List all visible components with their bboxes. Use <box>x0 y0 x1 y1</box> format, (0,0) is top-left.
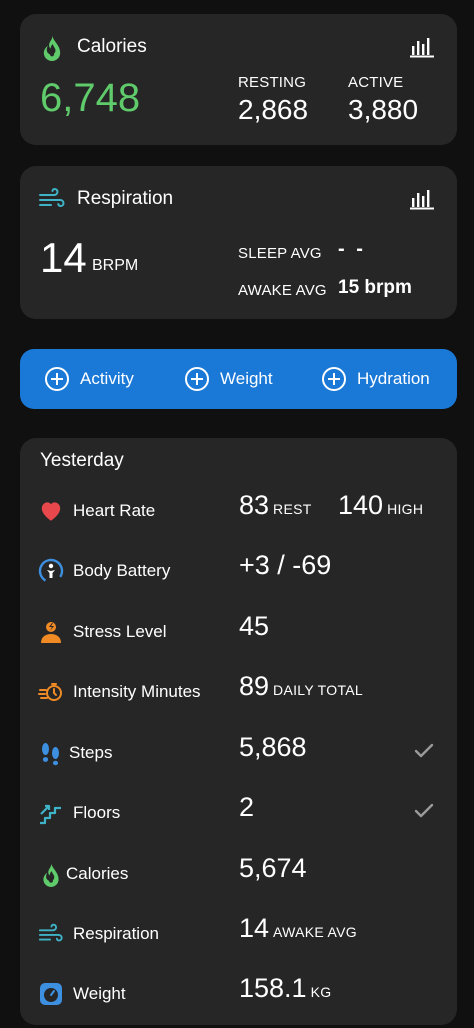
plus-circle-icon <box>45 367 69 391</box>
calories-label: Calories <box>66 864 129 883</box>
intensity-icon <box>38 683 62 701</box>
calories-title: Calories <box>77 36 147 57</box>
add-hydration-button[interactable]: Hydration <box>321 349 430 409</box>
awake-avg-value: 15 brpm <box>338 277 412 298</box>
list-item-steps[interactable]: Steps 5,868 <box>20 726 457 786</box>
floors-value: 2 <box>239 792 255 822</box>
add-activity-button[interactable]: Activity <box>44 349 134 409</box>
add-weight-button[interactable]: Weight <box>184 349 273 409</box>
stress-level-label: Stress Level <box>73 622 167 641</box>
list-item-intensity-minutes[interactable]: Intensity Minutes 89 DAILY TOTAL <box>20 665 457 725</box>
calories-card[interactable]: Calories 6,748 RESTING 2,868 ACTIVE 3,88… <box>20 14 457 145</box>
steps-label: Steps <box>69 743 113 762</box>
respiration-value: 14 AWAKE AVG <box>239 913 357 943</box>
list-item-body-battery[interactable]: Body Battery +3 / -69 <box>20 544 457 604</box>
bar-chart-icon[interactable] <box>409 188 435 210</box>
list-item-heart-rate[interactable]: Heart Rate 83 REST 140 HIGH <box>20 484 457 544</box>
heart-icon <box>41 502 61 521</box>
yesterday-title: Yesterday <box>40 450 124 471</box>
heart-rate-label: Heart Rate <box>73 501 156 520</box>
wind-icon <box>39 187 65 208</box>
respiration-card[interactable]: Respiration 14 BRPM SLEEP AVG - - AWAKE … <box>20 166 457 319</box>
sleep-avg-value: - - <box>338 238 366 260</box>
stairs-icon <box>40 804 61 825</box>
body-battery-label: Body Battery <box>73 561 171 580</box>
add-weight-label: Weight <box>220 369 273 388</box>
awake-avg-label: AWAKE AVG <box>238 282 327 299</box>
list-item-respiration[interactable]: Respiration 14 AWAKE AVG <box>20 907 457 967</box>
checkmark-icon <box>414 803 434 818</box>
stress-icon <box>41 622 61 643</box>
weight-value: 158.1 KG <box>239 973 332 1003</box>
respiration-value: 14 <box>40 234 87 281</box>
sleep-avg-label: SLEEP AVG <box>238 245 322 262</box>
list-item-calories[interactable]: Calories 5,674 <box>20 847 457 907</box>
bar-chart-icon[interactable] <box>409 36 435 58</box>
active-label: ACTIVE <box>348 74 404 91</box>
respiration-unit: BRPM <box>92 257 139 274</box>
intensity-minutes-label: Intensity Minutes <box>73 682 201 701</box>
calories-total: 6,748 <box>40 76 141 120</box>
resting-label: RESTING <box>238 74 307 91</box>
stress-level-value: 45 <box>239 611 270 641</box>
flame-icon <box>43 863 59 887</box>
heart-rate-high-value: 140 HIGH <box>338 490 424 520</box>
plus-circle-icon <box>185 367 209 391</box>
add-hydration-label: Hydration <box>357 369 430 388</box>
wind-icon <box>38 923 63 942</box>
flame-icon <box>43 35 61 61</box>
steps-value: 5,868 <box>239 732 307 762</box>
quick-add-bar: Activity Weight Hydration <box>20 349 457 409</box>
plus-circle-icon <box>322 367 346 391</box>
heart-rate-rest-value: 83 REST <box>239 490 312 520</box>
respiration-label: Respiration <box>73 924 159 943</box>
body-battery-value: +3 / -69 <box>239 550 332 580</box>
body-battery-icon <box>38 558 64 584</box>
checkmark-icon <box>414 743 434 758</box>
list-item-floors[interactable]: Floors 2 <box>20 786 457 846</box>
weight-label: Weight <box>73 984 126 1003</box>
floors-label: Floors <box>73 803 121 822</box>
active-value: 3,880 <box>348 94 419 125</box>
add-activity-label: Activity <box>80 369 134 388</box>
scale-icon <box>40 983 62 1005</box>
intensity-minutes-value: 89 DAILY TOTAL <box>239 671 363 701</box>
yesterday-card: Yesterday Heart Rate 83 REST 140 HIGH Body… <box>20 438 457 1025</box>
resting-value: 2,868 <box>238 94 309 125</box>
list-item-stress-level[interactable]: Stress Level 45 <box>20 605 457 665</box>
footsteps-icon <box>42 743 59 766</box>
list-item-weight[interactable]: Weight 158.1 KG <box>20 967 457 1027</box>
calories-value: 5,674 <box>239 853 307 883</box>
respiration-title: Respiration <box>77 188 174 209</box>
